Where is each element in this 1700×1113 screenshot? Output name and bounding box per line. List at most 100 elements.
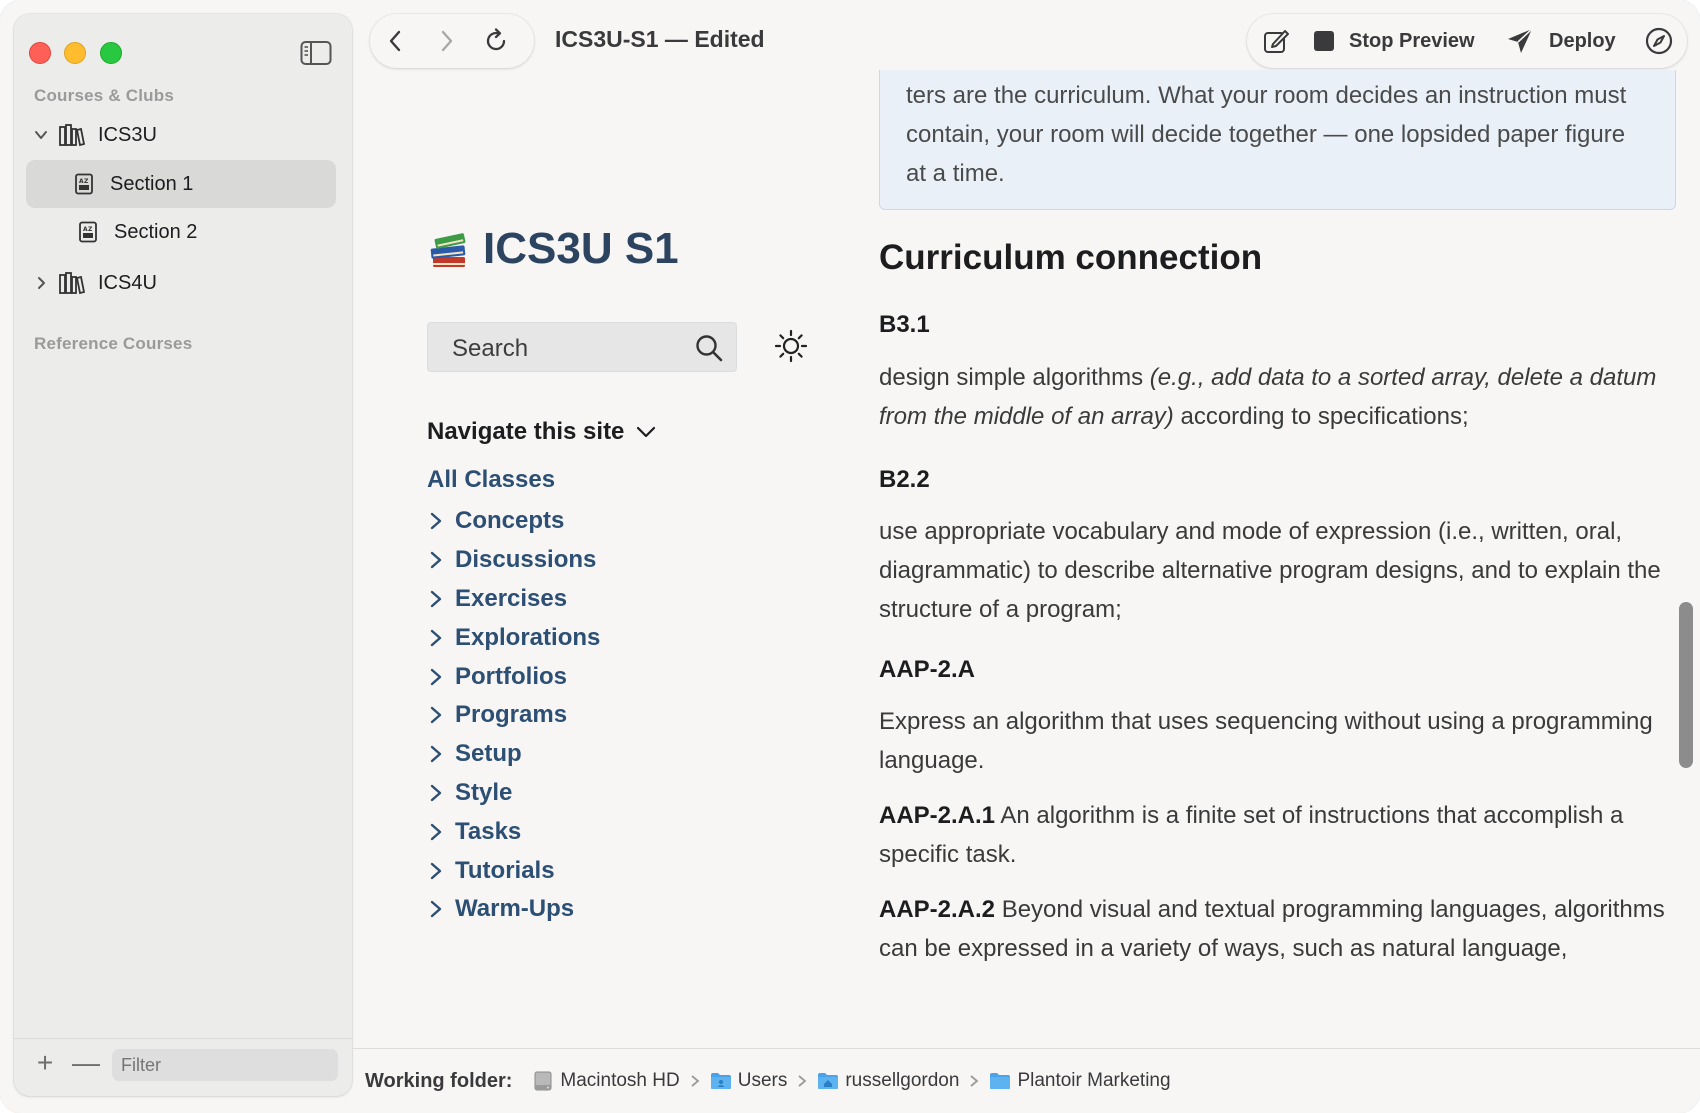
edit-button[interactable] — [1261, 14, 1291, 68]
path-crumb-project[interactable]: Plantoir Marketing — [989, 1070, 1171, 1092]
sidebar-item-label: Section 1 — [110, 172, 194, 195]
site-title: ICS3U S1 — [483, 224, 679, 273]
back-icon[interactable] — [382, 27, 410, 55]
compose-icon — [1264, 30, 1289, 53]
sidebar-item-section-2[interactable]: A Z Section 2 — [28, 208, 338, 256]
window-title: ICS3U-S1 — Edited — [555, 26, 765, 52]
compass-icon — [1645, 27, 1673, 55]
site-nav-heading[interactable]: Navigate this site — [427, 418, 658, 446]
remove-button[interactable]: — — [72, 1049, 100, 1077]
site-nav-item-label: Portfolios — [455, 662, 567, 690]
chevron-right-icon[interactable] — [427, 861, 445, 881]
filter-input[interactable] — [112, 1049, 338, 1081]
minimize-window-button[interactable] — [64, 42, 86, 64]
essential-knowledge-text: AAP-2.A.1 An algorithm is a finite set o… — [879, 796, 1674, 874]
folder-icon — [990, 1073, 1011, 1089]
sidebar-item-section-1[interactable]: A Z Section 1 — [26, 160, 336, 208]
chevron-right-icon[interactable] — [427, 899, 445, 919]
expectation-code: B2.2 — [879, 466, 930, 493]
browser-button[interactable] — [1645, 14, 1673, 68]
site-nav-item-label: Discussions — [455, 546, 597, 574]
deploy-label: Deploy — [1549, 29, 1616, 52]
site-search-box[interactable]: Search — [427, 322, 737, 372]
site-nav-item-tutorials[interactable]: Tutorials — [427, 851, 600, 890]
deploy-button[interactable]: Deploy — [1505, 14, 1616, 68]
navigation-controls — [370, 14, 534, 68]
books-emoji-icon — [430, 233, 466, 267]
callout-box: ters are the curriculum. What your room … — [879, 70, 1676, 210]
expectation-text: use appropriate vocabulary and mode of e… — [879, 518, 1661, 623]
search-placeholder: Search — [452, 335, 529, 362]
path-crumb-users[interactable]: Users — [710, 1070, 818, 1092]
app-window: Courses & Clubs ICS3U A Z Section 1 A Z … — [0, 0, 1700, 1113]
chevron-right-icon[interactable] — [427, 667, 445, 687]
sidebar-item-label: ICS3U — [98, 123, 157, 146]
text-run: Beyond visual and textual programming la… — [879, 896, 1665, 962]
folder-icon — [710, 1073, 731, 1089]
chevron-right-icon[interactable] — [427, 822, 445, 842]
path-crumb-disk[interactable]: Macintosh HD — [532, 1070, 709, 1092]
callout-text: ters are the curriculum. What your room … — [906, 82, 1627, 187]
site-nav-item-label: Style — [455, 778, 513, 806]
chevron-right-icon[interactable] — [427, 783, 445, 803]
scrollbar-thumb[interactable] — [1679, 602, 1693, 768]
all-classes-link[interactable]: All Classes — [427, 466, 555, 494]
expectation-text: Express an algorithm that uses sequencin… — [879, 708, 1653, 774]
path-crumb-home[interactable]: russellgordon — [817, 1070, 989, 1092]
books-icon — [59, 272, 86, 295]
site-nav-item-label: Concepts — [455, 507, 565, 535]
site-nav-item-label: Tutorials — [455, 856, 555, 884]
sun-icon[interactable] — [773, 328, 809, 364]
search-icon[interactable] — [694, 333, 724, 363]
chevron-right-icon[interactable] — [427, 511, 445, 531]
document-icon: A Z — [75, 173, 93, 195]
site-nav-item-setup[interactable]: Setup — [427, 735, 600, 774]
sidebar: Courses & Clubs ICS3U A Z Section 1 A Z … — [14, 14, 352, 1096]
paper-plane-icon — [1508, 28, 1533, 53]
site-nav-item-concepts[interactable]: Concepts — [427, 502, 600, 541]
site-nav-item-exercises[interactable]: Exercises — [427, 580, 600, 619]
path-crumb-label: Users — [737, 1070, 788, 1091]
text-run-bold: AAP-2.A.2 — [879, 896, 996, 923]
path-crumb-label: Plantoir Marketing — [1017, 1070, 1171, 1091]
site-nav-item-discussions[interactable]: Discussions — [427, 541, 600, 580]
chevron-right-icon[interactable] — [427, 705, 445, 725]
site-nav-item-label: Warm-Ups — [455, 895, 575, 923]
sidebar-toggle-icon[interactable] — [300, 40, 332, 66]
svg-text:Z: Z — [88, 226, 93, 233]
sidebar-item-label: ICS4U — [98, 271, 157, 294]
books-icon — [59, 124, 86, 147]
zoom-window-button[interactable] — [100, 42, 122, 64]
chevron-down-icon[interactable] — [32, 126, 50, 144]
sidebar-footer: + — — [14, 1038, 352, 1096]
chevron-right-icon[interactable] — [427, 628, 445, 648]
chevron-right-icon[interactable] — [427, 589, 445, 609]
chevron-right-icon[interactable] — [427, 744, 445, 764]
site-nav-item-programs[interactable]: Programs — [427, 696, 600, 735]
text-run: according to specifications; — [1173, 403, 1469, 430]
expectation-text: design simple algorithms (e.g., add data… — [879, 358, 1674, 436]
chevron-right-icon[interactable] — [427, 550, 445, 570]
scrollbar[interactable] — [1676, 86, 1694, 1046]
sidebar-item-ics4u[interactable]: ICS4U — [28, 259, 338, 307]
site-nav-item-style[interactable]: Style — [427, 774, 600, 813]
home-folder-icon — [818, 1073, 839, 1089]
reload-icon[interactable] — [482, 27, 510, 55]
site-nav-item-label: Setup — [455, 740, 522, 768]
site-nav-item-portfolios[interactable]: Portfolios — [427, 657, 600, 696]
preview-content: ICS3U S1 Search Navigate this site All C… — [353, 70, 1678, 1048]
status-bar: Working folder: Macintosh HD Users russe… — [353, 1048, 1700, 1113]
site-nav-item-explorations[interactable]: Explorations — [427, 618, 600, 657]
path-crumb-label: russellgordon — [845, 1070, 960, 1091]
sidebar-item-ics3u[interactable]: ICS3U — [28, 111, 338, 159]
text-run-bold: AAP-2.A.1 — [879, 802, 996, 829]
site-nav-item-warm-ups[interactable]: Warm-Ups — [427, 890, 600, 929]
document-icon: A Z — [79, 221, 97, 243]
close-window-button[interactable] — [29, 42, 51, 64]
chevron-right-icon[interactable] — [32, 274, 50, 292]
forward-icon[interactable] — [432, 27, 460, 55]
site-nav-item-tasks[interactable]: Tasks — [427, 812, 600, 851]
stop-preview-button[interactable]: Stop Preview — [1313, 14, 1475, 68]
text-run: design simple algorithms — [879, 364, 1150, 391]
add-button[interactable]: + — [32, 1049, 58, 1077]
